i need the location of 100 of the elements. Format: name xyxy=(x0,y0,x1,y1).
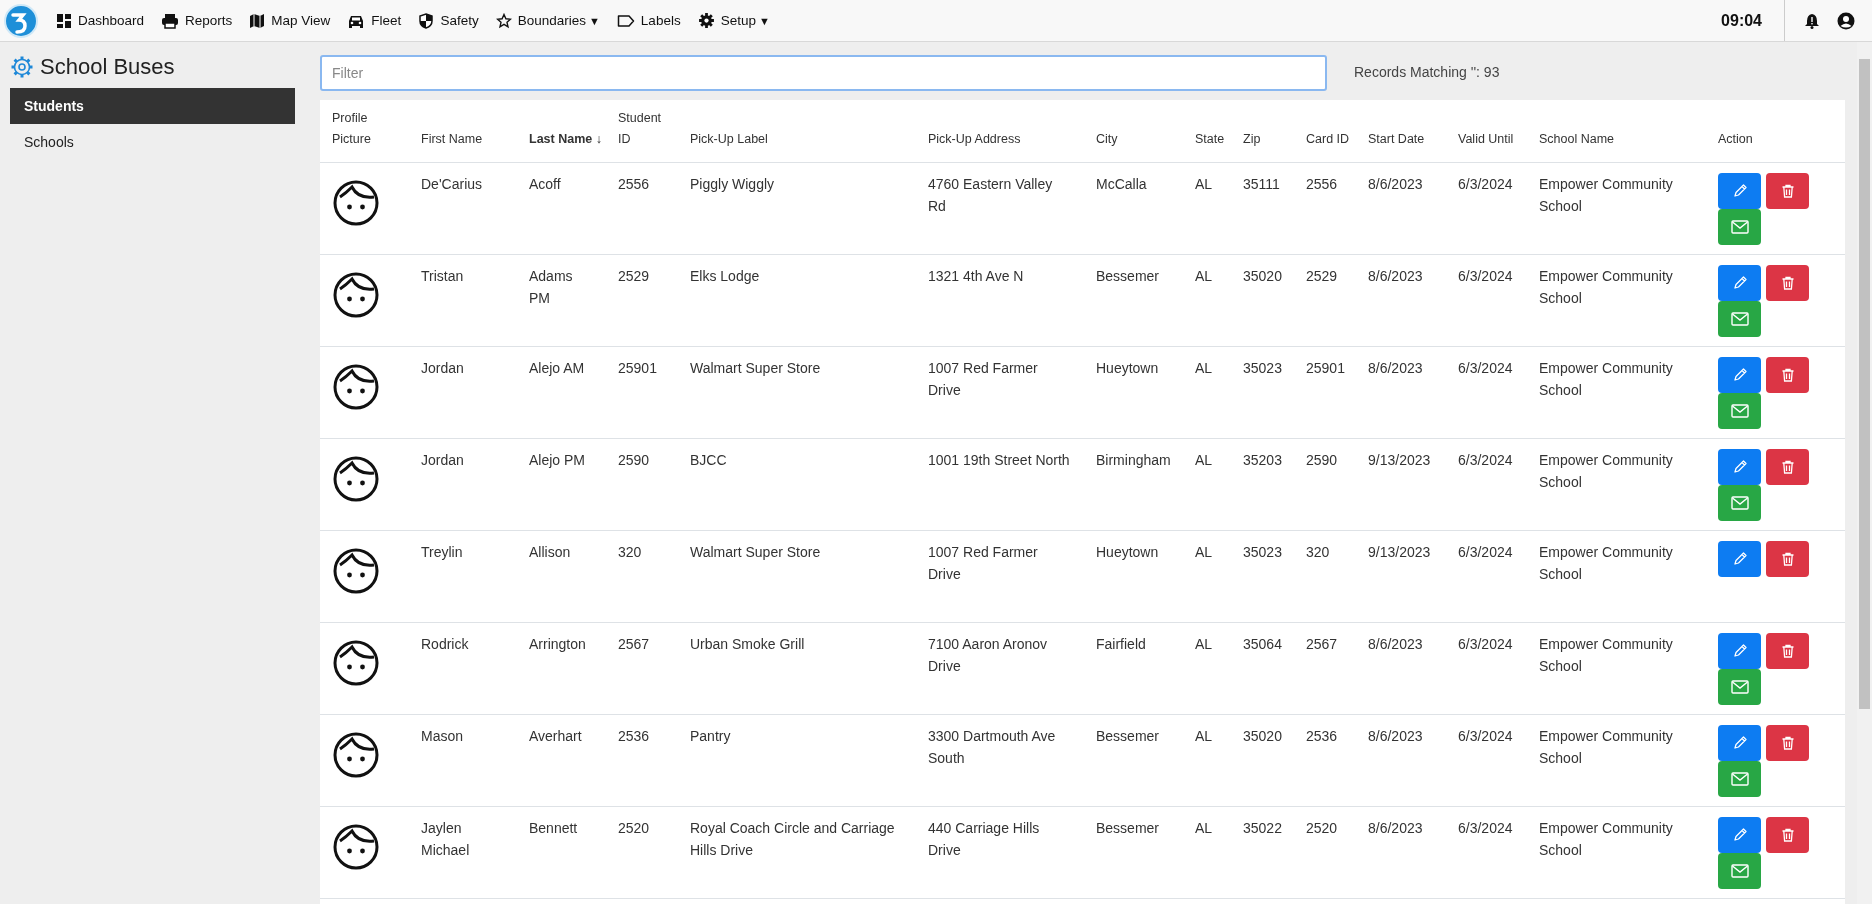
user-account-icon[interactable] xyxy=(1837,11,1855,30)
logo-icon xyxy=(4,3,38,38)
table-cell-text: Pantry xyxy=(690,727,732,746)
table-cell-text: BJCC xyxy=(690,451,728,470)
table-cell-text: Hueytown xyxy=(1096,359,1160,378)
table-cell-text: 4760 Eastern Valley Rd xyxy=(928,175,1054,216)
envelope-icon xyxy=(1730,772,1749,786)
table-cell-text: 2556 xyxy=(618,175,651,194)
table-cell-text: AL xyxy=(1195,727,1214,746)
pencil-icon xyxy=(1731,367,1748,383)
clock-time: 09:04 xyxy=(1721,11,1762,30)
star-icon xyxy=(495,12,512,29)
email-button[interactable] xyxy=(1718,393,1761,429)
table-cell-text: McCalla xyxy=(1096,175,1148,194)
email-button[interactable] xyxy=(1718,761,1761,797)
table-cell-text: 8/6/2023 xyxy=(1368,175,1424,194)
nav-link[interactable]: Labels xyxy=(616,13,681,28)
table-cell-text: Urban Smoke Grill xyxy=(690,635,806,654)
table-cell-text: AL xyxy=(1195,267,1214,286)
notification-bell-icon[interactable] xyxy=(1804,12,1820,29)
nav-link[interactable]: Map View xyxy=(249,12,331,29)
column-header[interactable]: Last Name ↓ xyxy=(529,129,618,150)
column-header: First Name xyxy=(421,131,484,148)
delete-button[interactable] xyxy=(1766,725,1809,761)
nav-link[interactable]: Fleet xyxy=(347,12,402,29)
table-cell-text: 2520 xyxy=(1306,819,1339,838)
envelope-icon xyxy=(1730,220,1749,234)
table-cell-text: Empower Community School xyxy=(1539,267,1674,308)
email-button[interactable] xyxy=(1718,301,1761,337)
delete-button[interactable] xyxy=(1766,173,1809,209)
table-cell-text: Elks Lodge xyxy=(690,267,761,286)
table-cell-text: Hueytown xyxy=(1096,543,1160,562)
pencil-icon xyxy=(1731,551,1748,567)
map-icon xyxy=(249,12,266,29)
pencil-icon xyxy=(1731,735,1748,751)
nav-link[interactable]: Setup ▼ xyxy=(697,12,770,29)
table-cell-text: 35064 xyxy=(1243,635,1283,654)
delete-button[interactable] xyxy=(1766,265,1809,301)
table-cell-text: 2567 xyxy=(618,635,651,654)
tag-icon xyxy=(616,13,635,28)
table-cell-text: 35020 xyxy=(1243,267,1283,286)
table-cell-text: Empower Community School xyxy=(1539,819,1674,860)
table-cell-text: Tristan xyxy=(421,267,465,286)
table-cell-text: Adams PM xyxy=(529,267,574,308)
delete-button[interactable] xyxy=(1766,817,1809,853)
table-cell-text: 8/6/2023 xyxy=(1368,267,1424,286)
table-cell-text: 2536 xyxy=(1306,727,1339,746)
child-face-icon xyxy=(332,455,380,503)
table-cell-text: 6/3/2024 xyxy=(1458,175,1514,194)
edit-button[interactable] xyxy=(1718,173,1761,209)
delete-button[interactable] xyxy=(1766,449,1809,485)
nav-link[interactable]: Boundaries ▼ xyxy=(495,12,600,29)
email-button[interactable] xyxy=(1718,853,1761,889)
email-button[interactable] xyxy=(1718,485,1761,521)
table-cell-text: Jordan xyxy=(421,359,465,378)
table-cell-text: 35111 xyxy=(1243,175,1281,194)
column-header: Student ID xyxy=(618,110,663,148)
edit-button[interactable] xyxy=(1718,449,1761,485)
table-cell-text: Alejo AM xyxy=(529,359,586,378)
edit-button[interactable] xyxy=(1718,725,1761,761)
table-cell-text: Jordan xyxy=(421,451,465,470)
table-cell-text: Acoff xyxy=(529,175,562,194)
records-count: Records Matching '': 93 xyxy=(1354,64,1500,80)
table-cell-text: 35023 xyxy=(1243,543,1283,562)
pencil-icon xyxy=(1731,643,1748,659)
envelope-icon xyxy=(1730,864,1749,878)
table-cell-text: Royal Coach Circle and Carriage Hills Drive xyxy=(690,819,896,860)
table-cell-text: Piggly Wiggly xyxy=(690,175,776,194)
sidebar-item[interactable]: Students xyxy=(10,88,295,124)
edit-button[interactable] xyxy=(1718,633,1761,669)
delete-button[interactable] xyxy=(1766,633,1809,669)
nav-link[interactable]: Safety xyxy=(418,12,479,29)
table-cell-text: Bessemer xyxy=(1096,819,1161,838)
table-cell-text: Allison xyxy=(529,543,572,562)
sidebar-item[interactable]: Schools xyxy=(10,124,295,160)
delete-button[interactable] xyxy=(1766,541,1809,577)
table-cell-text: 35020 xyxy=(1243,727,1283,746)
table-cell-text: AL xyxy=(1195,175,1214,194)
envelope-icon xyxy=(1730,496,1749,510)
child-face-icon xyxy=(332,547,380,595)
nav-link[interactable]: Reports xyxy=(161,12,233,29)
email-button[interactable] xyxy=(1718,669,1761,705)
table-cell-text: 25901 xyxy=(1306,359,1346,378)
child-face-icon xyxy=(332,639,380,687)
email-button[interactable] xyxy=(1718,209,1761,245)
nav-link[interactable]: Dashboard xyxy=(56,12,145,29)
edit-button[interactable] xyxy=(1718,357,1761,393)
filter-field[interactable]: Filter xyxy=(320,55,1327,91)
column-header: Zip xyxy=(1243,131,1262,148)
table-cell-text: 9/13/2023 xyxy=(1368,543,1432,562)
table-cell-text: Walmart Super Store xyxy=(690,359,822,378)
grid-icon xyxy=(56,12,72,29)
table-cell-text: 2590 xyxy=(1306,451,1339,470)
table-cell-text: 1321 4th Ave N xyxy=(928,267,1025,286)
pencil-icon xyxy=(1731,275,1748,291)
edit-button[interactable] xyxy=(1718,265,1761,301)
edit-button[interactable] xyxy=(1718,541,1761,577)
edit-button[interactable] xyxy=(1718,817,1761,853)
delete-button[interactable] xyxy=(1766,357,1809,393)
table-cell-text: 35203 xyxy=(1243,451,1283,470)
